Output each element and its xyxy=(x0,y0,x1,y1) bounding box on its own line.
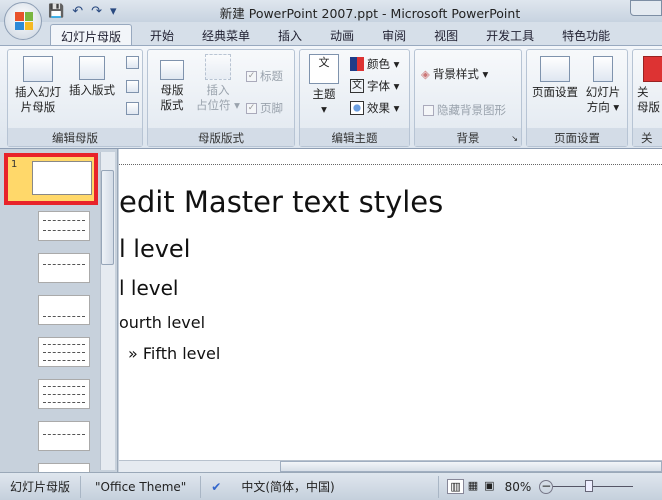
tab-insert[interactable]: 插入 xyxy=(268,24,312,46)
group-label: 关 xyxy=(633,128,662,146)
fonts-button[interactable]: 文字体 ▾ xyxy=(350,78,399,94)
insert-layout-icon xyxy=(79,56,105,80)
tab-developer[interactable]: 开发工具 xyxy=(476,24,544,46)
group-close: 关 母版 关 xyxy=(632,49,662,147)
zoom-slider-thumb[interactable] xyxy=(585,480,594,492)
zoom-slider[interactable] xyxy=(553,480,634,492)
zoom-out-icon[interactable]: − xyxy=(539,479,554,494)
group-label: 编辑主题 xyxy=(300,128,409,146)
insert-placeholder-button[interactable]: 插入 占位符 ▾ xyxy=(194,54,242,113)
layout-thumbnail[interactable] xyxy=(38,421,90,451)
placeholder-border xyxy=(119,164,662,165)
ribbon: 插入幻灯 片母版 插入版式 编辑母版 母版 版式 插入 占位符 ▾ ✓ 标题 ✓ 页… xyxy=(0,45,662,149)
group-master-layout: 母版 版式 插入 占位符 ▾ ✓ 标题 ✓ 页脚 母版版式 xyxy=(147,49,295,147)
redo-icon[interactable]: ↷ xyxy=(91,4,102,19)
text-level-2[interactable]: l level xyxy=(119,235,190,263)
rename-icon[interactable] xyxy=(126,80,139,93)
scrollbar-thumb[interactable] xyxy=(101,170,114,265)
layout-thumbnail[interactable] xyxy=(38,337,90,367)
layout-thumbnail[interactable] xyxy=(38,211,90,241)
slide-orientation-button[interactable]: 幻灯片 方向 ▾ xyxy=(581,56,625,115)
normal-view-icon[interactable]: ▥ xyxy=(447,479,464,494)
tab-classic-menu[interactable]: 经典菜单 xyxy=(192,24,260,46)
group-label: 母版版式 xyxy=(148,128,294,146)
tab-review[interactable]: 审阅 xyxy=(372,24,416,46)
office-logo-icon xyxy=(15,12,33,30)
close-icon xyxy=(643,56,662,82)
group-label: 页面设置 xyxy=(527,128,627,146)
layout-thumbnail[interactable] xyxy=(38,295,90,325)
insert-slide-master-button[interactable]: 插入幻灯 片母版 xyxy=(12,56,64,115)
text-level-3[interactable]: l level xyxy=(119,276,178,300)
background-styles-button[interactable]: ◈ 背景样式 ▾ xyxy=(421,66,488,82)
zoom-level[interactable]: 80% xyxy=(505,480,532,494)
title-checkbox[interactable]: ✓ 标题 xyxy=(246,68,283,84)
tab-home[interactable]: 开始 xyxy=(140,24,184,46)
page-setup-icon xyxy=(540,56,570,82)
colors-icon xyxy=(350,57,364,71)
slide-master-thumbnail[interactable]: 1 xyxy=(4,153,98,205)
themes-button[interactable]: 文主题 ▾ xyxy=(304,54,344,117)
customize-qat-icon[interactable]: ▾ xyxy=(110,4,117,19)
page-setup-button[interactable]: 页面设置 xyxy=(529,56,581,100)
text-level-5[interactable]: » Fifth level xyxy=(128,344,220,363)
paint-bucket-icon: ◈ xyxy=(421,67,430,81)
group-page-setup: 页面设置 幻灯片 方向 ▾ 页面设置 xyxy=(526,49,628,147)
quick-access-toolbar: 💾 ↶ ↷ ▾ xyxy=(48,2,117,20)
horizontal-scrollbar-thumb[interactable] xyxy=(280,461,662,472)
layout-thumbnail[interactable] xyxy=(38,253,90,283)
preserve-icon[interactable] xyxy=(126,102,139,115)
dialog-launcher-icon[interactable]: ↘ xyxy=(511,134,518,143)
orientation-icon xyxy=(593,56,613,82)
office-button[interactable] xyxy=(4,2,42,40)
slide-sorter-icon[interactable]: ▦ xyxy=(466,479,480,494)
effects-button[interactable]: 效果 ▾ xyxy=(350,100,399,116)
window-title: 新建 PowerPoint 2007.ppt - Microsoft Power… xyxy=(219,6,521,21)
master-layout-icon xyxy=(160,60,184,80)
minimize-button[interactable] xyxy=(630,0,662,16)
hide-background-checkbox[interactable]: 隐藏背景图形 xyxy=(423,102,506,118)
group-label: 编辑母版 xyxy=(8,128,142,146)
master-title-placeholder[interactable]: edit Master text styles xyxy=(119,185,443,219)
group-edit-theme: 文主题 ▾ 颜色 ▾ 文字体 ▾ 效果 ▾ 编辑主题 xyxy=(299,49,410,147)
status-view: 幻灯片母版 xyxy=(0,475,82,498)
effects-icon xyxy=(350,101,364,115)
save-icon[interactable]: 💾 xyxy=(48,4,64,19)
colors-button[interactable]: 颜色 ▾ xyxy=(350,56,399,72)
spell-check-icon[interactable]: ✔ xyxy=(201,476,231,498)
insert-layout-button[interactable]: 插入版式 xyxy=(66,56,118,98)
status-theme: "Office Theme" xyxy=(81,475,202,498)
slideshow-icon[interactable]: ▣ xyxy=(482,479,496,494)
slide-number: 1 xyxy=(11,159,18,170)
footer-checkbox[interactable]: ✓ 页脚 xyxy=(246,100,283,116)
group-edit-master: 插入幻灯 片母版 插入版式 编辑母版 xyxy=(7,49,143,147)
close-master-view-button[interactable]: 关 母版 xyxy=(637,56,662,115)
tab-animations[interactable]: 动画 xyxy=(320,24,364,46)
status-bar: 幻灯片母版 "Office Theme" ✔ 中文(简体，中国) ▥ ▦ ▣ 8… xyxy=(0,472,662,500)
group-background: ◈ 背景样式 ▾ 隐藏背景图形 背景 ↘ xyxy=(414,49,522,147)
text-level-4[interactable]: ourth level xyxy=(119,313,205,332)
group-label: 背景 xyxy=(415,128,521,146)
delete-icon[interactable] xyxy=(126,56,139,69)
tab-slide-master[interactable]: 幻灯片母版 xyxy=(50,24,133,46)
status-language: 中文(简体，中国) xyxy=(231,475,440,498)
themes-icon: 文 xyxy=(309,54,339,84)
ribbon-tabs: 幻灯片母版 开始 经典菜单 插入 动画 审阅 视图 开发工具 特色功能 xyxy=(0,22,662,46)
tab-view[interactable]: 视图 xyxy=(424,24,468,46)
insert-slide-master-icon xyxy=(23,56,53,82)
master-layout-button[interactable]: 母版 版式 xyxy=(152,60,192,113)
slide-canvas[interactable]: edit Master text styles l level l level … xyxy=(119,149,662,460)
fonts-icon: 文 xyxy=(350,79,364,93)
placeholder-icon xyxy=(205,54,231,80)
undo-icon[interactable]: ↶ xyxy=(72,4,83,19)
master-thumbnail-image xyxy=(32,161,92,195)
view-buttons: ▥ ▦ ▣ xyxy=(447,479,496,494)
tab-features[interactable]: 特色功能 xyxy=(552,24,620,46)
layout-thumbnail[interactable] xyxy=(38,379,90,409)
